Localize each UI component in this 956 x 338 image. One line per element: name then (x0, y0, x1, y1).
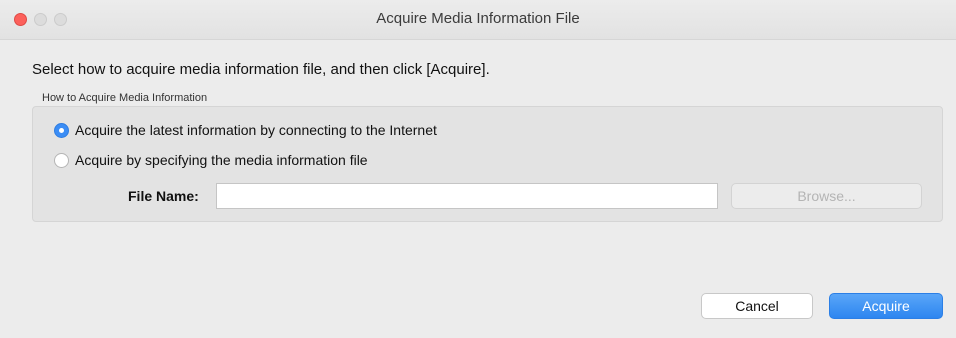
dialog-window: Acquire Media Information File Select ho… (0, 0, 956, 338)
radio-selected-icon[interactable] (54, 122, 69, 138)
cancel-button[interactable]: Cancel (701, 293, 813, 319)
instruction-text: Select how to acquire media information … (32, 61, 490, 78)
radio-unselected-icon[interactable] (54, 152, 69, 168)
radio-option-internet[interactable]: Acquire the latest information by connec… (54, 120, 437, 140)
radio-option-file[interactable]: Acquire by specifying the media informat… (54, 150, 368, 170)
acquire-button[interactable]: Acquire (829, 293, 943, 319)
file-name-label: File Name: (128, 188, 199, 204)
title-bar: Acquire Media Information File (0, 0, 956, 40)
radio-option-file-label: Acquire by specifying the media informat… (75, 152, 368, 168)
file-name-input[interactable] (216, 183, 718, 209)
browse-button: Browse... (731, 183, 922, 209)
group-label: How to Acquire Media Information (42, 92, 208, 104)
window-title: Acquire Media Information File (376, 10, 580, 27)
radio-option-internet-label: Acquire the latest information by connec… (75, 122, 437, 138)
